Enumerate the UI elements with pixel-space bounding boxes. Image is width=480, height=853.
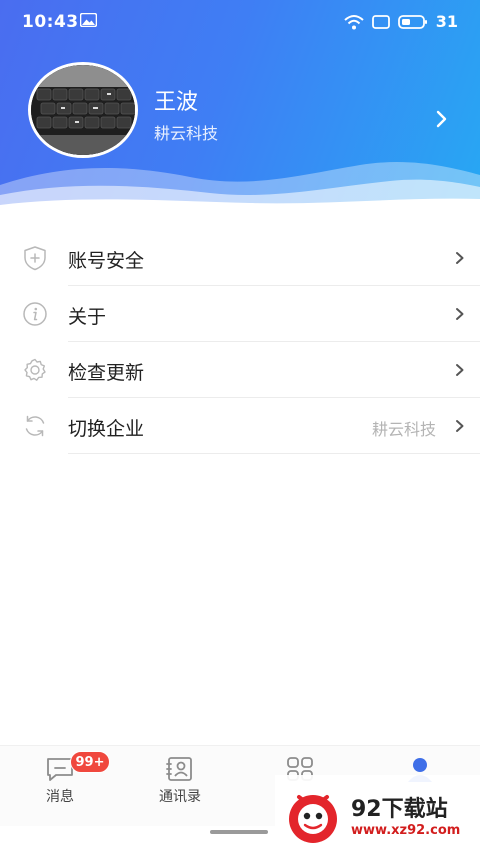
keyboard-photo — [31, 65, 135, 155]
wifi-icon — [344, 14, 364, 29]
profile-name[interactable]: 王波 — [154, 84, 198, 116]
menu-label-account-security: 账号安全 — [68, 250, 145, 272]
status-time: 10:43 — [22, 12, 79, 32]
battery-level: 31 — [435, 12, 458, 31]
menu-item-account-security[interactable]: 账号安全 — [0, 230, 480, 286]
tab-contacts[interactable]: 通讯录 — [120, 746, 240, 826]
current-company-value: 耕云科技 — [371, 420, 436, 439]
shield-plus-icon — [24, 246, 46, 271]
sync-icon — [25, 415, 45, 437]
settings-menu: 账号安全 关于 检查更新 切换企业 耕云科技 — [0, 230, 480, 454]
menu-label-switch-company: 切换企业 — [68, 418, 145, 440]
chevron-right-icon — [456, 308, 464, 320]
chevron-right-icon — [456, 252, 464, 264]
menu-item-switch-company[interactable]: 切换企业 耕云科技 — [0, 398, 480, 454]
gallery-icon — [80, 13, 97, 27]
watermark-title: 92下载站 — [351, 797, 448, 822]
gear-icon — [24, 358, 46, 381]
unread-badge: 99+ — [70, 751, 110, 773]
status-bar: 10:43 31 — [0, 0, 480, 44]
tab-label-messages: 消息 — [46, 789, 74, 805]
tab-label-contacts: 通讯录 — [159, 789, 201, 805]
menu-item-check-update[interactable]: 检查更新 — [0, 342, 480, 398]
menu-item-about[interactable]: 关于 — [0, 286, 480, 342]
site-watermark: 92下载站 www.xz92.com — [275, 775, 480, 853]
site-logo-icon — [289, 795, 337, 843]
battery-icon — [397, 14, 427, 29]
menu-label-check-update: 检查更新 — [68, 362, 145, 384]
watermark-url: www.xz92.com — [351, 823, 461, 838]
tab-messages[interactable]: 99+ 消息 — [0, 746, 120, 826]
chevron-right-icon — [456, 420, 464, 432]
header-wave — [0, 162, 480, 215]
avatar[interactable] — [28, 62, 138, 158]
contacts-book-icon — [166, 757, 192, 781]
home-indicator[interactable] — [210, 830, 268, 834]
chevron-right-icon — [456, 364, 464, 376]
menu-label-about: 关于 — [68, 306, 107, 328]
divider — [68, 453, 480, 454]
sim-card-icon — [371, 14, 390, 29]
profile-company: 耕云科技 — [154, 124, 219, 143]
info-icon — [23, 302, 47, 326]
chevron-right-icon[interactable] — [436, 110, 448, 128]
